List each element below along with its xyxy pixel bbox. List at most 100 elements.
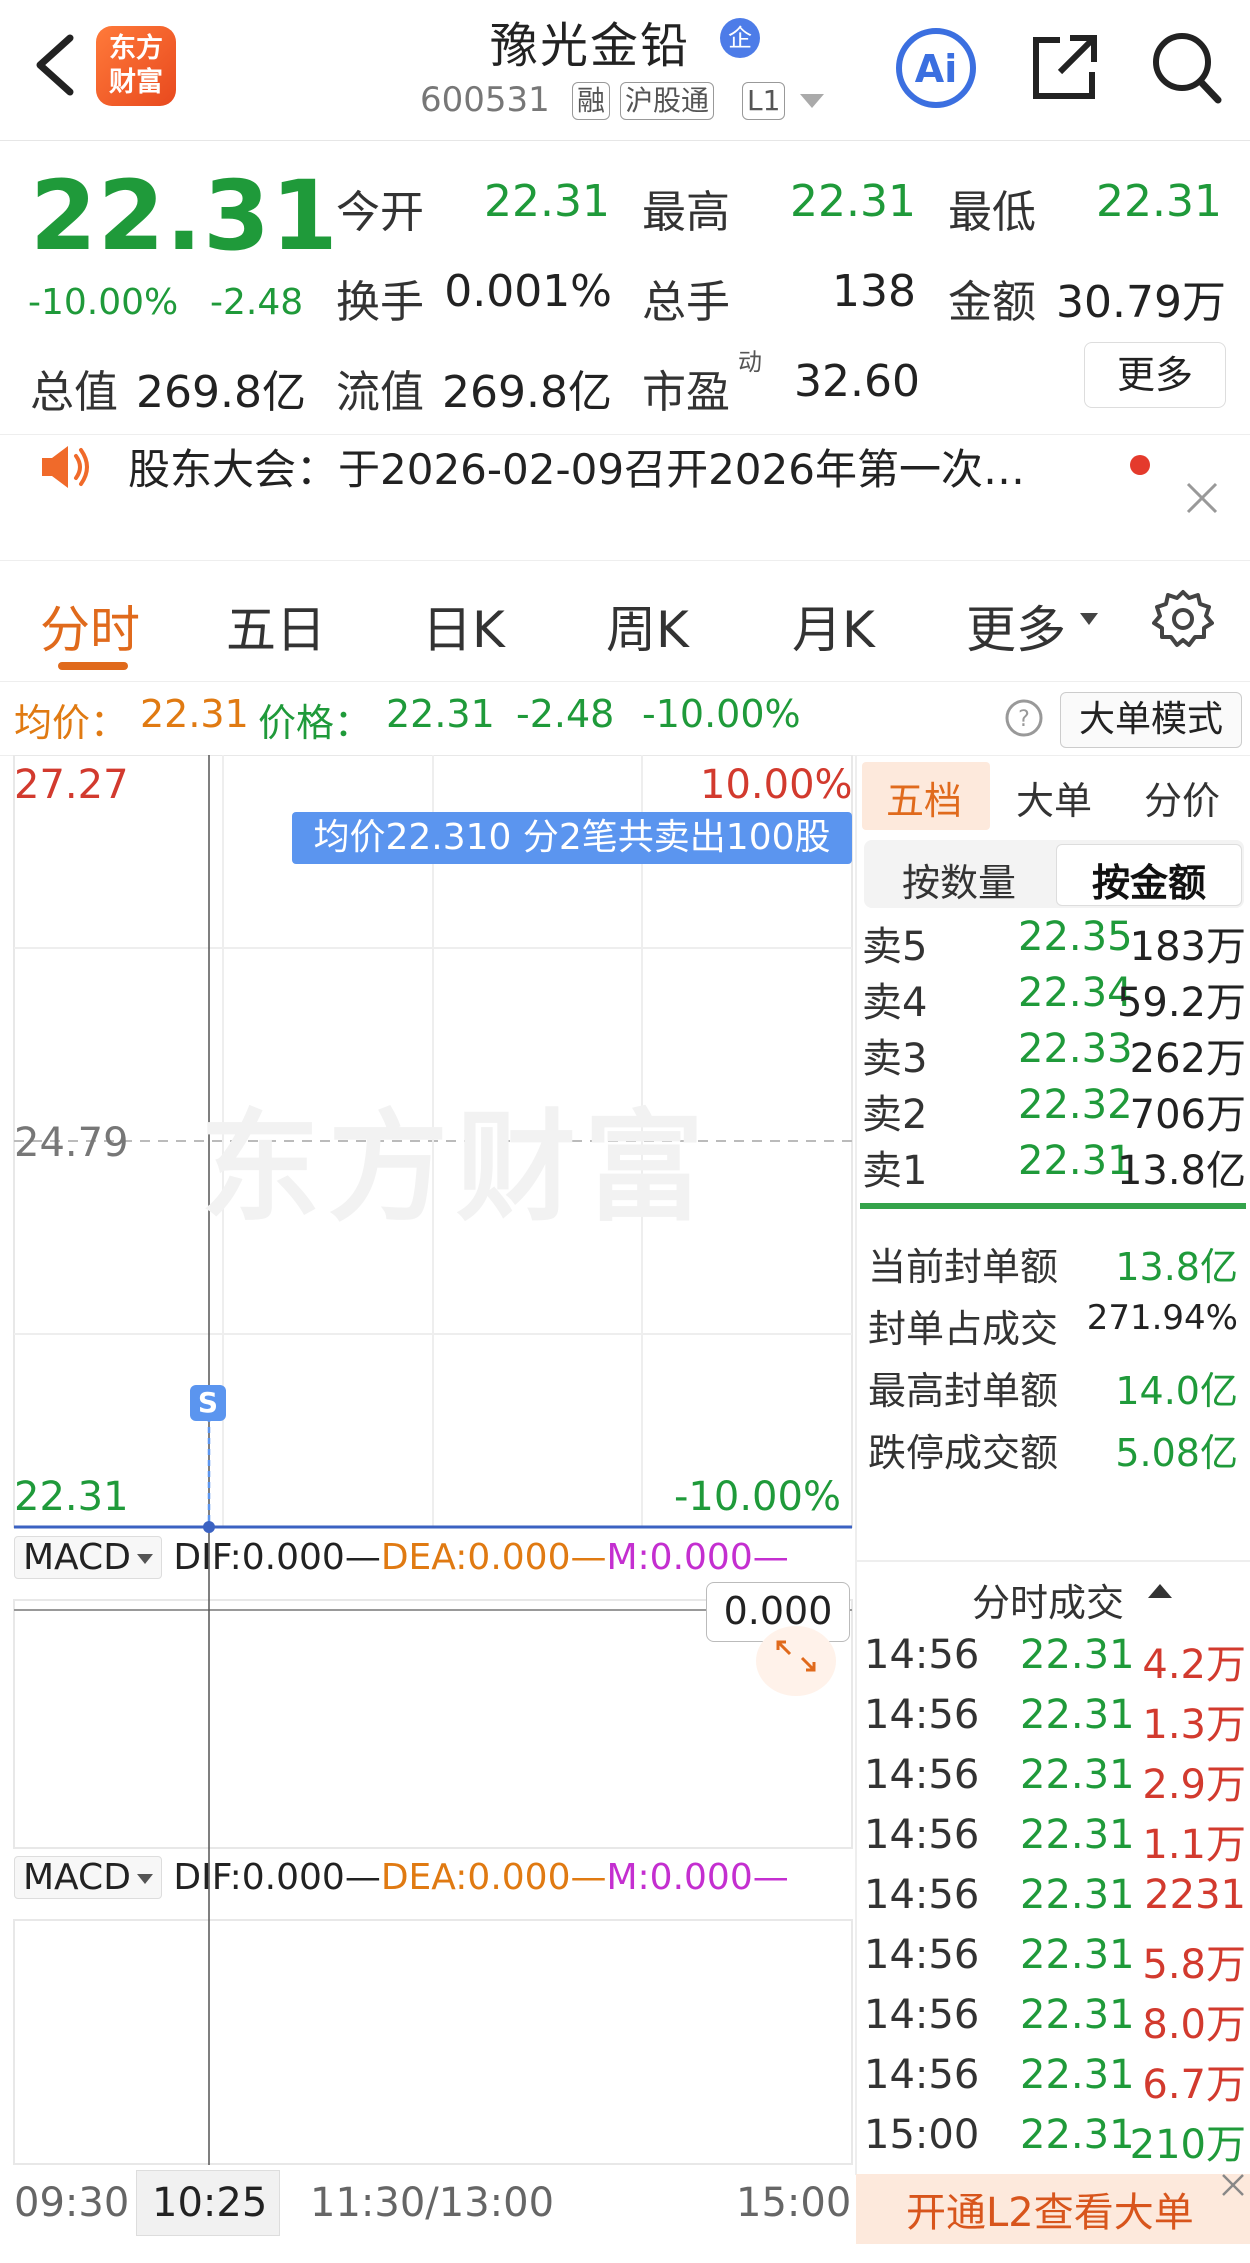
trade-time: 14:56 xyxy=(864,2052,980,2098)
tab-order-book[interactable]: 五档 xyxy=(886,770,962,825)
chevron-down-icon[interactable] xyxy=(800,94,824,108)
sell-marker-icon[interactable]: S xyxy=(190,1385,226,1421)
tab-more[interactable]: 更多 xyxy=(966,590,1066,662)
notice-text[interactable]: 股东大会：于2026-02-09召开2026年第一次… xyxy=(128,436,1025,497)
seal-label: 跌停成交额 xyxy=(868,1431,1059,1475)
chevron-up-icon[interactable] xyxy=(1148,1584,1172,1598)
high-label: 最高 xyxy=(642,187,730,238)
margin-tag: 融 xyxy=(572,82,611,120)
chevron-down-icon xyxy=(136,1874,153,1884)
close-icon[interactable] xyxy=(1182,478,1222,518)
pe-superscript: 动 xyxy=(738,348,762,376)
big-order-mode-button[interactable]: 大单模式 xyxy=(1060,692,1242,748)
enterprise-badge: 企 xyxy=(720,18,760,58)
amount-value: 30.79万 xyxy=(1056,277,1226,328)
indicator-select[interactable]: MACD xyxy=(14,1536,162,1579)
trade-volume: 210万 xyxy=(1129,2122,1246,2168)
stock-name: 豫光金铅 xyxy=(490,18,691,74)
tab-five-day[interactable]: 五日 xyxy=(226,590,326,662)
dea-value: DEA:0.000— xyxy=(380,1857,607,1898)
tab-price-distribution[interactable]: 分价 xyxy=(1144,770,1220,825)
pe-label: 市盈 xyxy=(642,367,730,418)
dif-value: DIF:0.000— xyxy=(173,1537,381,1578)
trades-title[interactable]: 分时成交 xyxy=(972,1572,1124,1627)
ask-price: 22.34 xyxy=(1018,970,1133,1016)
tab-big-orders[interactable]: 大单 xyxy=(1016,770,1092,825)
order-book-row: 卖2 22.32 706万 xyxy=(862,1082,1246,1138)
seal-label: 当前封单额 xyxy=(868,1245,1059,1289)
segment-by-quantity[interactable]: 按数量 xyxy=(902,852,1016,907)
order-book-row: 卖5 22.35 183万 xyxy=(862,914,1246,970)
trade-volume: 6.7万 xyxy=(1142,2062,1246,2108)
segment-by-amount[interactable]: 按金额 xyxy=(1092,852,1206,907)
ask-price: 22.32 xyxy=(1018,1082,1133,1128)
tab-intraday[interactable]: 分时 xyxy=(40,590,140,662)
help-icon[interactable]: ? xyxy=(1004,698,1044,738)
indicator-name: MACD xyxy=(23,1857,131,1898)
tab-weekly-k[interactable]: 周K xyxy=(606,590,689,662)
level1-tag: L1 xyxy=(742,82,786,120)
tab-monthly-k[interactable]: 月K xyxy=(792,590,875,662)
ask-level: 卖4 xyxy=(862,980,928,1026)
trade-time: 14:56 xyxy=(864,1752,980,1798)
trade-volume: 4.2万 xyxy=(1142,1642,1246,1688)
macd2-indicator-bar: MACD DIF:0.000—DEA:0.000—M:0.000— xyxy=(14,1856,789,1899)
change-percent: -10.00% xyxy=(28,282,179,323)
float-cap-value: 269.8亿 xyxy=(442,367,612,418)
ask-amount: 59.2万 xyxy=(1116,980,1246,1026)
seal-value: 14.0亿 xyxy=(1115,1369,1238,1413)
change-value: -2.48 xyxy=(516,692,615,736)
header-bar: 东方 财富 豫光金铅 企 600531 融 沪股通 L1 Ai xyxy=(0,0,1250,141)
trade-time: 14:56 xyxy=(864,1872,980,1918)
y-axis-top: 27.27 xyxy=(14,762,129,808)
trade-row: 14:56 22.31 5.8万 xyxy=(864,1932,1246,1990)
intraday-chart[interactable] xyxy=(0,755,856,2175)
ask-level: 卖2 xyxy=(862,1092,928,1138)
float-cap-label: 流值 xyxy=(336,367,424,418)
macd-indicator-bar: MACD DIF:0.000—DEA:0.000—M:0.000— xyxy=(14,1536,789,1579)
svg-text:Ai: Ai xyxy=(915,47,957,91)
order-book-row: 卖1 22.31 13.8亿 xyxy=(862,1138,1246,1194)
dea-value: DEA:0.000— xyxy=(380,1537,607,1578)
search-icon[interactable] xyxy=(1148,28,1224,108)
expand-button[interactable] xyxy=(756,1626,836,1696)
time-axis-midday: 11:30/13:00 xyxy=(310,2180,555,2226)
avg-value: 22.31 xyxy=(140,692,249,736)
ask-level: 卖1 xyxy=(862,1148,928,1194)
ask-amount: 706万 xyxy=(1129,1092,1246,1138)
gear-icon[interactable] xyxy=(1152,588,1214,650)
trade-volume: 1.1万 xyxy=(1142,1822,1246,1868)
crosshair-tooltip: 均价22.310 分2笔共卖出100股 xyxy=(292,812,852,864)
trade-price: 22.31 xyxy=(1020,2112,1135,2158)
open-label: 今开 xyxy=(336,187,424,238)
trade-row: 14:56 22.31 6.7万 xyxy=(864,2052,1246,2110)
trade-price: 22.31 xyxy=(1020,1872,1135,1918)
open-value: 22.31 xyxy=(484,176,610,227)
close-icon[interactable] xyxy=(1220,2172,1246,2198)
ask-amount: 183万 xyxy=(1129,924,1246,970)
share-icon[interactable] xyxy=(1026,30,1102,106)
back-arrow-icon[interactable] xyxy=(26,30,86,100)
trade-price: 22.31 xyxy=(1020,2052,1135,2098)
time-axis-cursor: 10:25 xyxy=(152,2180,268,2226)
more-button[interactable]: 更多 xyxy=(1084,342,1226,408)
m-value: M:0.000— xyxy=(606,1857,789,1898)
trade-price: 22.31 xyxy=(1020,1632,1135,1678)
y-axis-bottom: 22.31 xyxy=(14,1474,129,1520)
ask-price: 22.31 xyxy=(1018,1138,1133,1184)
volume-label: 总手 xyxy=(642,277,730,328)
logo-text-line1: 东方 xyxy=(109,33,163,64)
ask-level: 卖3 xyxy=(862,1036,928,1082)
high-value: 22.31 xyxy=(790,176,916,227)
l2-upgrade-text[interactable]: 开通L2查看大单 xyxy=(906,2180,1194,2238)
trade-row: 14:56 22.31 1.1万 xyxy=(864,1812,1246,1870)
trade-volume: 8.0万 xyxy=(1142,2002,1246,2048)
change-amount: -2.48 xyxy=(210,282,304,323)
y-axis-top-pct: 10.00% xyxy=(700,762,853,808)
indicator-select-2[interactable]: MACD xyxy=(14,1856,162,1899)
app-logo[interactable]: 东方 财富 xyxy=(96,26,176,106)
amount-label: 金额 xyxy=(948,277,1036,328)
tab-daily-k[interactable]: 日K xyxy=(422,590,505,662)
trade-time: 14:56 xyxy=(864,1992,980,2038)
ai-assistant-icon[interactable]: Ai xyxy=(894,26,978,110)
